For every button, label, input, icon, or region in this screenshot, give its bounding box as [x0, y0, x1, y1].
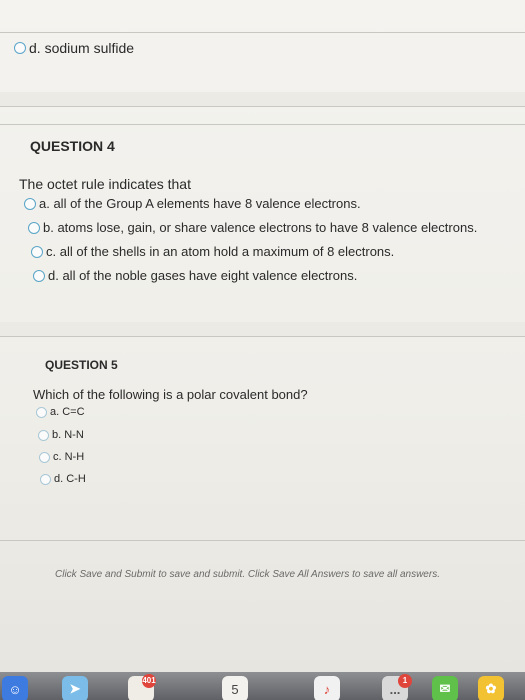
option-label: c. N-H — [53, 451, 85, 463]
divider — [0, 540, 525, 541]
question-5-option-c[interactable]: c. N-H — [39, 451, 84, 463]
divider — [0, 106, 525, 107]
divider — [0, 336, 525, 337]
option-label: d. all of the noble gases have eight val… — [48, 268, 358, 283]
quiz-page: d. sodium sulfide QUESTION 4 The octet r… — [0, 0, 525, 672]
prev-option-d[interactable]: d. sodium sulfide — [14, 40, 134, 56]
radio-button[interactable] — [36, 406, 47, 418]
radio-button[interactable] — [38, 429, 49, 441]
radio-button[interactable] — [40, 473, 51, 485]
radio-button[interactable] — [24, 197, 36, 210]
question-4-option-d[interactable]: d. all of the noble gases have eight val… — [33, 268, 357, 283]
divider — [0, 32, 525, 33]
radio-button[interactable] — [28, 221, 40, 234]
notification-badge: 1 — [398, 674, 412, 688]
question-4-title: QUESTION 4 — [30, 138, 115, 154]
question-4-option-a[interactable]: a. all of the Group A elements have 8 va… — [24, 196, 361, 211]
option-label: a. C=C — [50, 406, 85, 418]
notification-badge: 401 — [142, 674, 156, 688]
photos-icon[interactable]: ✿ — [478, 676, 504, 700]
safari-icon[interactable]: ➤ — [62, 676, 88, 700]
messages-icon[interactable]: ✉ — [432, 676, 458, 700]
calendar-day: 5 — [231, 681, 239, 697]
footer-instruction: Click Save and Submit to save and submit… — [55, 569, 440, 580]
question-5-title: QUESTION 5 — [45, 358, 118, 372]
option-label: a. all of the Group A elements have 8 va… — [39, 196, 361, 211]
separator-band — [0, 322, 525, 336]
question-4-option-c[interactable]: c. all of the shells in an atom hold a m… — [31, 244, 394, 259]
question-5-option-b[interactable]: b. N-N — [38, 429, 84, 441]
option-label: b. atoms lose, gain, or share valence el… — [43, 220, 478, 235]
option-label: d. C-H — [54, 473, 86, 485]
option-label: c. all of the shells in an atom hold a m… — [46, 244, 395, 259]
radio-button[interactable] — [14, 42, 26, 54]
notes-icon[interactable]: ♪ — [314, 676, 340, 700]
question-4-prompt: The octet rule indicates that — [19, 176, 191, 192]
calendar-icon[interactable]: 5 — [222, 676, 248, 700]
more-apps-icon[interactable]: ... 1 — [382, 674, 412, 700]
finder-icon[interactable]: ☺ — [2, 676, 28, 700]
dock: ☺ ➤ 401 5 ♪ ... 1 ✉ ✿ — [0, 672, 525, 700]
option-label: b. N-N — [52, 429, 84, 441]
option-label: d. sodium sulfide — [29, 40, 135, 56]
question-5-prompt: Which of the following is a polar covale… — [33, 387, 308, 402]
divider — [0, 124, 525, 125]
radio-button[interactable] — [39, 451, 50, 463]
question-5-option-a[interactable]: a. C=C — [36, 406, 85, 418]
separator-band — [0, 92, 525, 106]
question-4-option-b[interactable]: b. atoms lose, gain, or share valence el… — [28, 220, 477, 235]
question-5-option-d[interactable]: d. C-H — [40, 473, 86, 485]
radio-button[interactable] — [33, 269, 45, 282]
radio-button[interactable] — [31, 245, 43, 258]
mail-icon[interactable]: 401 — [128, 674, 156, 700]
